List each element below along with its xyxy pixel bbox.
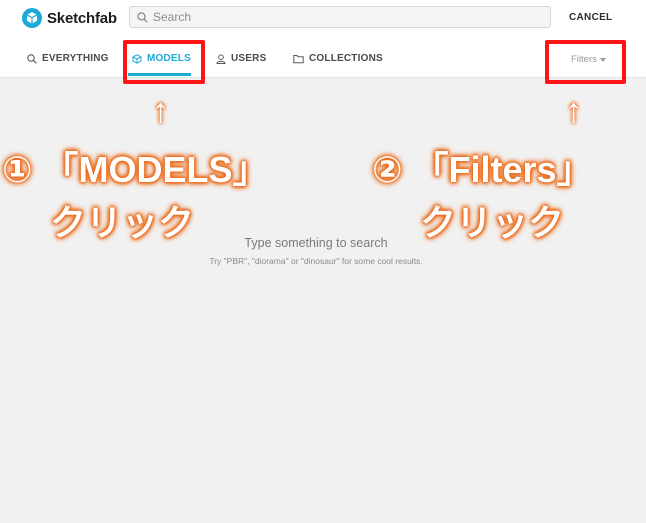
tab-collections[interactable]: COLLECTIONS <box>293 53 383 64</box>
highlight-box-models <box>123 40 205 84</box>
tab-everything[interactable]: EVERYTHING <box>27 53 109 64</box>
user-icon <box>216 53 226 64</box>
callout-step2-action: クリック <box>420 202 565 243</box>
logo-text: Sketchfab <box>47 9 117 27</box>
search-icon <box>137 11 148 23</box>
search-input[interactable] <box>153 10 533 24</box>
callout-step2-title: ② 「Filters」 <box>372 149 593 190</box>
sketchfab-logo-icon <box>22 8 42 28</box>
callout-step1-title: ① 「MODELS」 <box>2 149 269 190</box>
tab-label: USERS <box>231 53 267 64</box>
search-icon <box>27 53 37 64</box>
callout-step1-action: クリック <box>50 202 195 243</box>
tab-label: EVERYTHING <box>42 53 109 64</box>
up-arrow-icon: ↑ <box>565 92 582 130</box>
search-box[interactable] <box>129 6 551 28</box>
tab-users[interactable]: USERS <box>216 53 266 64</box>
top-bar: Sketchfab CANCEL <box>0 0 646 36</box>
highlight-box-filters <box>545 40 626 84</box>
empty-state-hint: Try "PBR", "diorama" or "dinosaur" for s… <box>209 256 423 266</box>
folder-icon <box>293 54 304 63</box>
sketchfab-logo[interactable]: Sketchfab <box>22 8 117 28</box>
tab-label: COLLECTIONS <box>309 53 383 64</box>
up-arrow-icon: ↑ <box>152 92 169 130</box>
cancel-button[interactable]: CANCEL <box>569 12 612 23</box>
